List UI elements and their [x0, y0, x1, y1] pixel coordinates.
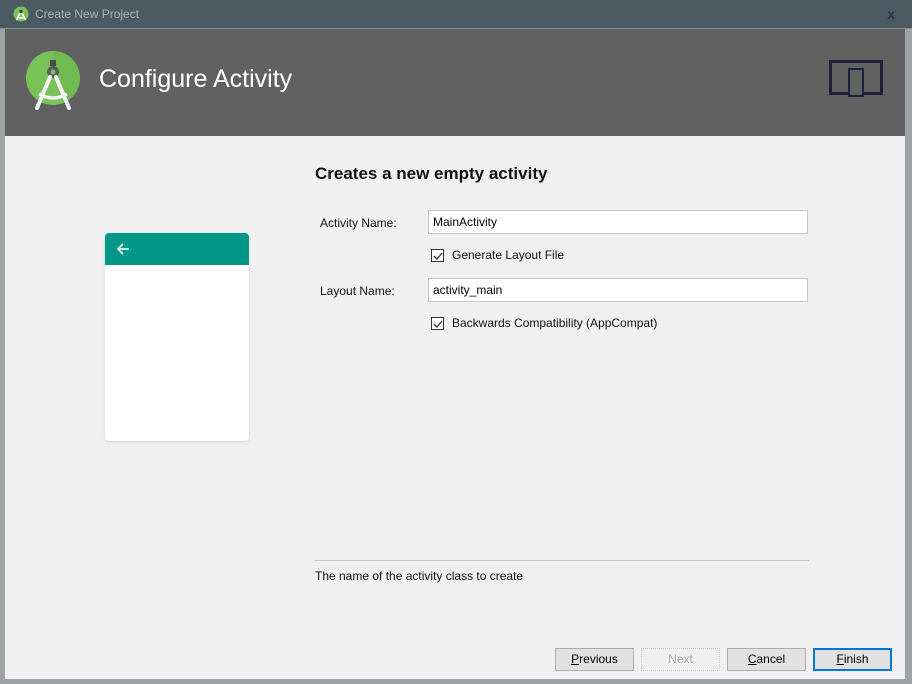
activity-name-label: Activity Name:	[320, 216, 397, 230]
divider	[315, 560, 809, 561]
arrow-left-icon	[116, 243, 129, 255]
checkbox-box[interactable]	[431, 248, 444, 262]
finish-label: inish	[843, 652, 869, 666]
title-bar: Create New Project x	[0, 0, 912, 29]
check-icon	[433, 320, 443, 328]
finish-mnemonic: F	[836, 652, 844, 666]
android-studio-icon	[13, 6, 29, 22]
form-title: Creates a new empty activity	[315, 164, 548, 183]
tablet-phone-icon	[829, 60, 883, 97]
wizard-header: Configure Activity	[5, 29, 905, 136]
android-studio-logo-icon	[26, 51, 80, 110]
help-text: The name of the activity class to create	[315, 569, 524, 583]
preview-app-bar	[105, 233, 249, 265]
checkbox-box[interactable]	[431, 316, 444, 330]
activity-preview	[105, 233, 249, 441]
close-icon: x	[887, 6, 895, 22]
generate-layout-checkbox[interactable]: Generate Layout File	[431, 248, 564, 262]
close-button[interactable]: x	[882, 5, 900, 23]
generate-layout-label: Generate Layout File	[452, 248, 565, 262]
previous-button[interactable]: Previous	[555, 648, 634, 671]
previous-mnemonic: P	[571, 652, 580, 666]
activity-name-input[interactable]	[428, 210, 808, 234]
dialog-window: Configure Activity Creates a new empty a…	[5, 29, 905, 679]
cancel-button[interactable]: Cancel	[727, 648, 806, 671]
next-label: Next	[668, 652, 693, 666]
backwards-compat-checkbox[interactable]: Backwards Compatibility (AppCompat)	[431, 316, 657, 330]
layout-name-input[interactable]	[428, 278, 808, 302]
layout-name-label: Layout Name:	[320, 284, 395, 298]
check-icon	[433, 252, 443, 260]
cancel-label: ancel	[756, 652, 786, 666]
page-title: Configure Activity	[99, 65, 293, 93]
finish-button[interactable]: Finish	[813, 648, 892, 671]
backwards-compat-label: Backwards Compatibility (AppCompat)	[452, 316, 658, 330]
window-title: Create New Project	[35, 7, 140, 21]
previous-label: revious	[579, 652, 618, 666]
next-button[interactable]: Next	[641, 648, 720, 671]
